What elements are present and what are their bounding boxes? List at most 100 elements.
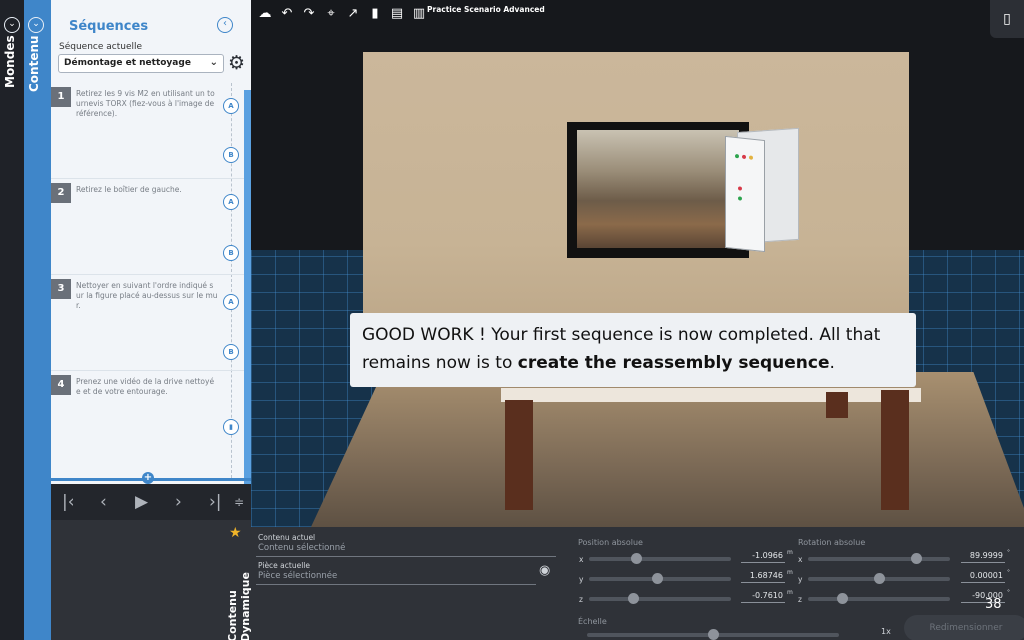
position-slider-x[interactable]	[589, 553, 731, 564]
contenu-rail: ⌄ Contenu	[24, 0, 51, 640]
step-3-node-a[interactable]: A	[223, 294, 239, 310]
rotation-axis-x: x	[798, 555, 803, 564]
next-step-icon[interactable]: ›	[175, 492, 182, 512]
steps-list: 1 Retirez les 9 vis M2 en utilisant un t…	[51, 83, 244, 478]
step-3-node-b[interactable]: B	[223, 344, 239, 360]
contenu-label[interactable]: Contenu	[27, 35, 45, 92]
contenu-toggle-icon[interactable]: ⌄	[28, 17, 44, 33]
slider-thumb[interactable]	[874, 573, 885, 584]
collapse-panel-icon[interactable]: ‹	[217, 17, 233, 33]
camera-icon[interactable]: ▮	[223, 419, 239, 435]
star-icon[interactable]: ★	[229, 525, 242, 541]
position-unit: m	[787, 589, 793, 596]
last-step-icon[interactable]: ›|	[209, 492, 222, 512]
panel-scrollbar[interactable]	[244, 90, 251, 484]
sequence-select[interactable]: Démontage et nettoyage ⌄	[58, 54, 224, 73]
slider-thumb[interactable]	[708, 629, 719, 640]
resize-button[interactable]: Redimensionner	[904, 615, 1024, 640]
slider-thumb[interactable]	[837, 593, 849, 604]
content-underline	[256, 556, 556, 557]
step-item-2[interactable]: 2 Retirez le boîtier de gauche.	[51, 179, 244, 275]
position-unit: m	[787, 569, 793, 576]
position-value-z[interactable]: -0.7610	[741, 591, 785, 603]
step-number: 2	[51, 183, 71, 203]
page-number: 38	[985, 597, 1002, 612]
mondes-toggle-icon[interactable]: ⌄	[4, 17, 20, 33]
step-1-node-b[interactable]: B	[223, 147, 239, 163]
led-indicator	[735, 153, 739, 159]
video-icon[interactable]: ▮	[366, 5, 384, 23]
first-step-icon[interactable]: |‹	[62, 492, 75, 512]
play-icon[interactable]: ▶	[135, 492, 148, 512]
zoom-level: 1x	[881, 627, 891, 636]
add-step-button[interactable]: +	[142, 472, 154, 484]
device-preview-icon[interactable]: ▯	[990, 0, 1024, 38]
rotation-title: Rotation absolue	[798, 538, 866, 547]
position-value-x[interactable]: -1.0966	[741, 551, 785, 563]
step-2-node-b[interactable]: B	[223, 245, 239, 261]
piece-underline	[256, 584, 536, 585]
step-text: Nettoyer en suivant l'ordre indiqué sur …	[76, 281, 218, 310]
mondes-label[interactable]: Mondes	[3, 35, 21, 88]
position-slider-z[interactable]	[589, 593, 731, 604]
step-number: 4	[51, 375, 71, 395]
rotation-slider-z[interactable]	[808, 593, 950, 604]
slider-thumb[interactable]	[652, 573, 664, 584]
sequence-select-value: Démontage et nettoyage	[64, 58, 191, 68]
slider-thumb[interactable]	[630, 553, 642, 564]
painting-image	[577, 130, 739, 248]
chevron-down-icon: ⌄	[209, 57, 218, 68]
position-axis-x: x	[579, 555, 584, 564]
3d-viewport[interactable]: ☁ ↶ ↷ ⌖ ↗ ▮ ▤ ▥ Practice Scenario Advanc…	[251, 0, 1024, 527]
position-slider-y[interactable]	[589, 573, 731, 584]
rotation-axis-y: y	[798, 575, 803, 584]
redo-icon[interactable]: ↷	[300, 5, 318, 23]
share-icon[interactable]: ↗	[344, 5, 362, 23]
current-piece-value[interactable]: Pièce sélectionnée	[258, 571, 337, 581]
rotation-value-y[interactable]: 0.00001	[961, 571, 1005, 583]
rotation-unit: °	[1007, 569, 1010, 576]
step-2-node-a[interactable]: A	[223, 194, 239, 210]
current-sequence-label: Séquence actuelle	[59, 42, 143, 52]
slider-thumb[interactable]	[910, 553, 922, 564]
step-text: Retirez le boîtier de gauche.	[76, 185, 182, 194]
current-content-value[interactable]: Contenu sélectionné	[258, 543, 345, 553]
step-text: Retirez les 9 vis M2 en utilisant un tou…	[76, 89, 215, 118]
viewport-toolbar: ☁ ↶ ↷ ⌖ ↗ ▮ ▤ ▥	[256, 5, 428, 25]
table-top	[501, 388, 921, 402]
book-icon[interactable]: ▤	[388, 5, 406, 23]
position-value-y[interactable]: 1.68746	[741, 571, 785, 583]
chart-icon[interactable]: ▥	[410, 5, 428, 23]
rotation-value-x[interactable]: 89.9999	[961, 551, 1005, 563]
slider-thumb[interactable]	[628, 593, 640, 604]
toast-text-end: .	[829, 353, 835, 373]
prev-step-icon[interactable]: ‹	[100, 492, 107, 512]
playback-bar: |‹ ‹ ▶ › ›| ≑	[51, 484, 251, 520]
current-content-label: Contenu actuel	[258, 533, 316, 542]
mondes-rail: ⌄ Mondes	[0, 0, 24, 640]
eye-icon[interactable]: ◉	[539, 563, 550, 578]
app-root: ⌄ Mondes ⌄ Contenu Séquences ‹ Séquence …	[0, 0, 1024, 640]
gear-icon[interactable]: ⚙	[228, 53, 245, 73]
rotation-slider-y[interactable]	[808, 573, 950, 584]
step-item-1[interactable]: 1 Retirez les 9 vis M2 en utilisant un t…	[51, 83, 244, 179]
scale-slider[interactable]	[587, 629, 839, 640]
step-number: 3	[51, 279, 71, 299]
step-item-4[interactable]: 4 Prenez une vidéo de la drive nettoyée …	[51, 371, 244, 467]
led-indicator	[749, 155, 753, 160]
undo-icon[interactable]: ↶	[278, 5, 296, 23]
step-item-3[interactable]: 3 Nettoyer en suivant l'ordre indiqué su…	[51, 275, 244, 371]
focus-icon[interactable]: ⌖	[322, 5, 340, 23]
more-options-icon[interactable]: ≑	[234, 492, 244, 512]
step-1-node-a[interactable]: A	[223, 98, 239, 114]
table-leg	[826, 392, 848, 418]
properties-bar: Contenu actuel Contenu sélectionné Pièce…	[251, 527, 1024, 640]
scenario-title: Practice Scenario Advanced	[427, 5, 545, 14]
cloud-upload-icon[interactable]: ☁	[256, 5, 274, 23]
current-piece-label: Pièce actuelle	[258, 561, 310, 570]
position-axis-y: y	[579, 575, 584, 584]
step-number: 1	[51, 87, 71, 107]
cabinet-door[interactable]	[725, 135, 765, 253]
rotation-slider-x[interactable]	[808, 553, 950, 564]
rotation-axis-z: z	[798, 595, 802, 604]
